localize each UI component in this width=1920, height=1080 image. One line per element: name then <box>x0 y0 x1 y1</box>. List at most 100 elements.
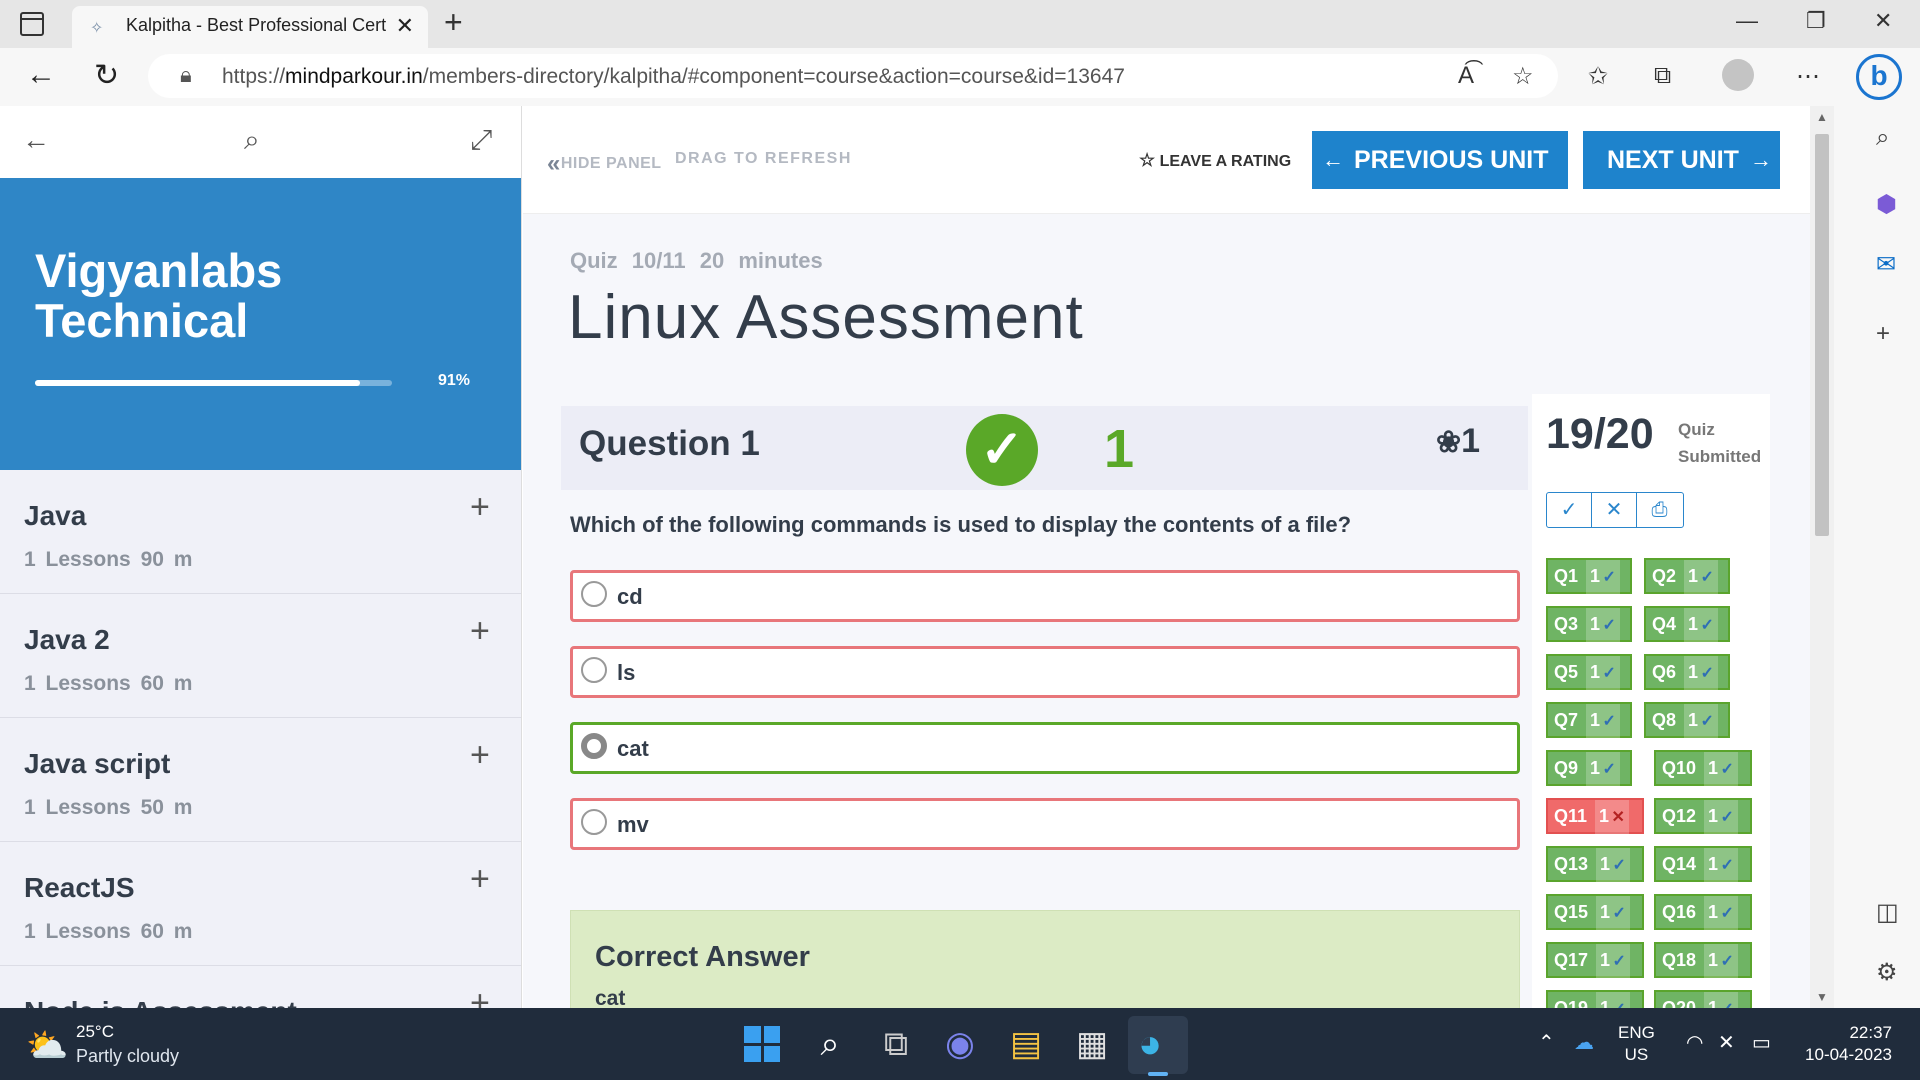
wifi-icon[interactable]: ◠ <box>1686 1030 1703 1055</box>
course-unit-item[interactable]: Java 2 1 Lessons 60 m + <box>0 594 521 718</box>
minimize-icon[interactable]: — <box>1736 8 1758 34</box>
tab-actions-icon[interactable] <box>20 12 44 36</box>
question-status-label: Q7 <box>1554 710 1579 730</box>
onedrive-icon[interactable]: ☁ <box>1574 1030 1594 1055</box>
search-icon[interactable]: ⌕ <box>244 124 260 157</box>
url-field[interactable]: 🔒︎ https://mindparkour.in/members-direct… <box>148 54 1558 98</box>
expand-icon[interactable]: + <box>470 860 490 899</box>
expand-icon[interactable]: + <box>470 488 490 527</box>
scroll-up-icon[interactable]: ▲ <box>1816 110 1828 124</box>
start-button[interactable] <box>744 1026 780 1062</box>
print-icon[interactable]: ⎙ <box>1637 493 1682 527</box>
add-favorite-icon[interactable]: ☆ <box>1512 62 1534 91</box>
read-aloud-icon[interactable]: A͡ <box>1458 62 1474 90</box>
taskbar-search-icon[interactable]: ⌕ <box>810 1024 850 1064</box>
question-status-button[interactable]: Q5 1 ✓ <box>1546 654 1632 690</box>
expand-icon[interactable]: + <box>470 612 490 651</box>
question-status-button[interactable]: Q8 1 ✓ <box>1644 702 1730 738</box>
tray-chevron-icon[interactable]: ⌃ <box>1538 1030 1555 1055</box>
chat-icon[interactable]: ◉ <box>940 1024 980 1064</box>
clock[interactable]: 22:37 10-04-2023 <box>1792 1022 1892 1066</box>
file-explorer-icon[interactable]: ▤ <box>1006 1024 1046 1064</box>
volume-muted-icon[interactable]: ✕ <box>1718 1030 1735 1055</box>
question-status-button[interactable]: Q11 1 ✕ <box>1546 798 1644 834</box>
filter-wrong-icon[interactable]: ✕ <box>1592 493 1637 527</box>
outlook-icon[interactable]: ✉ <box>1876 250 1896 279</box>
profile-avatar[interactable] <box>1722 59 1754 91</box>
fullscreen-icon[interactable]: ⤢ <box>470 124 492 157</box>
back-icon[interactable]: ← <box>26 58 56 92</box>
window-close-icon[interactable]: ✕ <box>1874 8 1892 34</box>
back-arrow-icon[interactable]: ← <box>22 124 50 156</box>
question-status-button[interactable]: Q4 1 ✓ <box>1644 606 1730 642</box>
battery-icon[interactable]: ▭ <box>1752 1030 1771 1055</box>
radio-button[interactable] <box>581 581 607 607</box>
tab-close-icon[interactable]: ✕ <box>396 13 414 39</box>
answer-option[interactable]: cat <box>570 722 1520 774</box>
question-status-button[interactable]: Q3 1 ✓ <box>1546 606 1632 642</box>
question-status-button[interactable]: Q18 1 ✓ <box>1654 942 1752 978</box>
filter-correct-icon[interactable]: ✓ <box>1547 493 1592 527</box>
unit-lessons: 1 Lessons <box>24 672 131 695</box>
collections-icon[interactable]: ⧉ <box>1654 62 1671 90</box>
settings-gear-icon[interactable]: ⚙ <box>1876 958 1898 987</box>
question-status-button[interactable]: Q10 1 ✓ <box>1654 750 1752 786</box>
browser-tab-bar: ✧ Kalpitha - Best Professional Certi ✕ +… <box>0 0 1920 48</box>
question-status-button[interactable]: Q17 1 ✓ <box>1546 942 1644 978</box>
restore-icon[interactable]: ❐ <box>1806 8 1826 34</box>
lock-icon[interactable]: 🔒︎ <box>180 62 192 88</box>
weather-icon[interactable]: ⛅ <box>26 1026 68 1066</box>
quiz-status-line-1: Quiz <box>1678 420 1715 439</box>
question-status-button[interactable]: Q7 1 ✓ <box>1546 702 1632 738</box>
question-status-button[interactable]: Q14 1 ✓ <box>1654 846 1752 882</box>
question-status-button[interactable]: Q19 1 ✓ <box>1546 990 1644 1008</box>
question-status-button[interactable]: Q2 1 ✓ <box>1644 558 1730 594</box>
question-status-button[interactable]: Q13 1 ✓ <box>1546 846 1644 882</box>
refresh-icon[interactable]: ↻ <box>94 58 119 93</box>
question-status-button[interactable]: Q6 1 ✓ <box>1644 654 1730 690</box>
weather-description[interactable]: Partly cloudy <box>76 1046 179 1067</box>
next-unit-button[interactable]: NEXT UNIT → <box>1583 131 1780 189</box>
copilot-icon[interactable]: ⬢ <box>1876 190 1897 219</box>
weather-temperature[interactable]: 25°C <box>76 1022 114 1042</box>
radio-button[interactable] <box>581 809 607 835</box>
question-status-marks: 1 ✓ <box>1684 560 1718 594</box>
leave-rating-button[interactable]: ☆ LEAVE A RATING <box>1139 150 1291 171</box>
question-status-button[interactable]: Q9 1 ✓ <box>1546 750 1632 786</box>
answer-option[interactable]: ls <box>570 646 1520 698</box>
url-text[interactable]: https://mindparkour.in/members-directory… <box>222 65 1125 89</box>
hide-panel-button[interactable]: «HIDE PANEL <box>547 150 662 178</box>
sidebar-panel-icon[interactable]: ◫ <box>1876 898 1899 927</box>
radio-button-selected[interactable] <box>581 733 607 759</box>
question-status-button[interactable]: Q20 1 ✓ <box>1654 990 1752 1008</box>
scroll-down-icon[interactable]: ▼ <box>1816 990 1828 1004</box>
question-status-button[interactable]: Q1 1 ✓ <box>1546 558 1632 594</box>
course-unit-item[interactable]: Node js Assessment + <box>0 966 521 1008</box>
expand-icon[interactable]: + <box>470 736 490 775</box>
course-unit-item[interactable]: Java script 1 Lessons 50 m + <box>0 718 521 842</box>
course-unit-item[interactable]: Java 1 Lessons 90 m + <box>0 470 521 594</box>
question-status-button[interactable]: Q12 1 ✓ <box>1654 798 1752 834</box>
question-status-button[interactable]: Q16 1 ✓ <box>1654 894 1752 930</box>
page-scrollbar[interactable]: ▲ ▼ <box>1810 106 1834 1008</box>
favorites-icon[interactable]: ✩ <box>1588 62 1608 91</box>
microsoft-store-icon[interactable]: ▦ <box>1072 1024 1112 1064</box>
sidebar-search-icon[interactable]: ⌕ <box>1876 124 1889 152</box>
browser-tab[interactable]: ✧ Kalpitha - Best Professional Certi ✕ <box>72 6 428 48</box>
answer-option[interactable]: mv <box>570 798 1520 850</box>
expand-icon[interactable]: + <box>470 984 490 1008</box>
bing-chat-icon[interactable]: b <box>1856 54 1902 100</box>
course-unit-item[interactable]: ReactJS 1 Lessons 60 m + <box>0 842 521 966</box>
question-status-marks: 1 ✓ <box>1704 944 1738 978</box>
task-view-icon[interactable]: ⧉ <box>876 1024 916 1064</box>
question-status-button[interactable]: Q15 1 ✓ <box>1546 894 1644 930</box>
radio-button[interactable] <box>581 657 607 683</box>
edge-taskbar-button[interactable]: ◕ <box>1128 1016 1188 1076</box>
previous-unit-button[interactable]: ← PREVIOUS UNIT <box>1312 131 1568 189</box>
new-tab-icon[interactable]: + <box>444 4 463 41</box>
sidebar-add-icon[interactable]: + <box>1876 320 1890 348</box>
answer-option[interactable]: cd <box>570 570 1520 622</box>
scrollbar-thumb[interactable] <box>1815 134 1829 536</box>
input-language[interactable]: ENG US <box>1618 1022 1655 1066</box>
more-menu-icon[interactable]: ⋯ <box>1796 62 1820 91</box>
